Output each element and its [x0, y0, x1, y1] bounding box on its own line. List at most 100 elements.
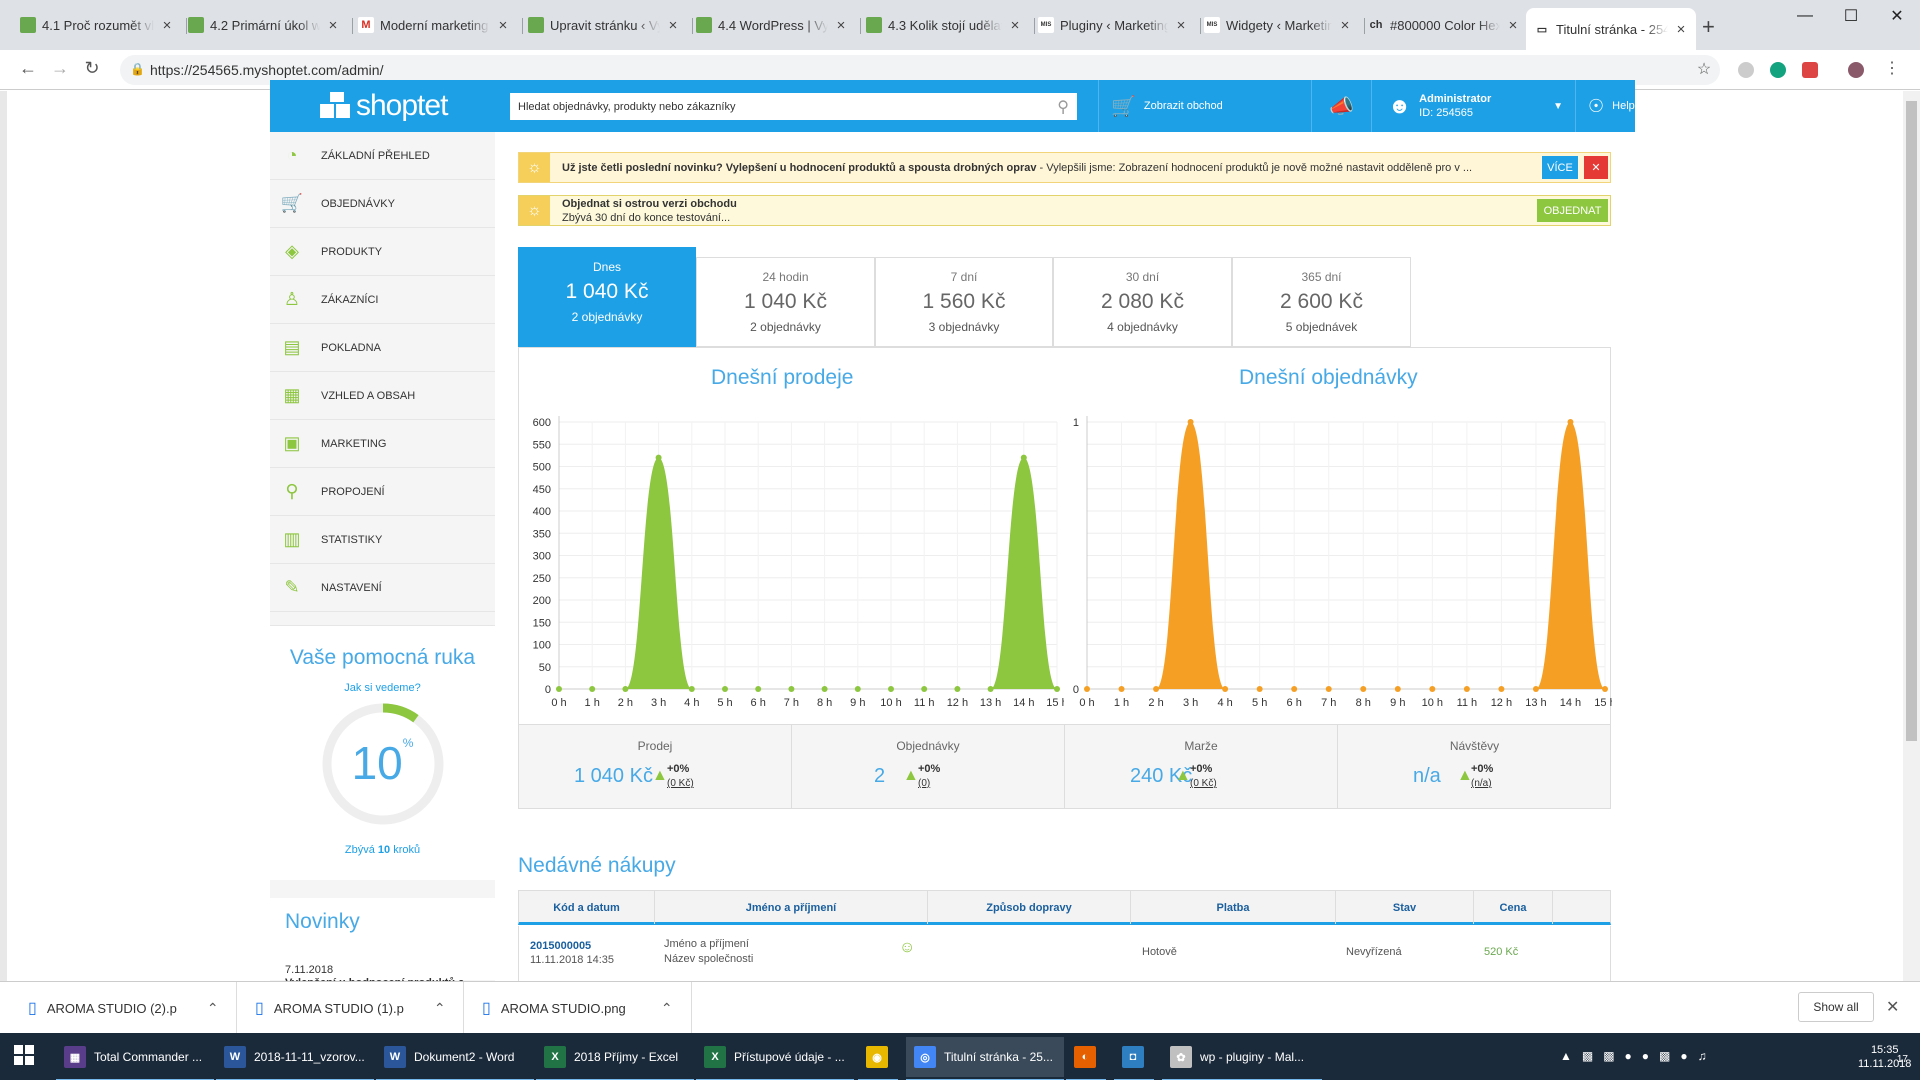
- data-point[interactable]: [1187, 419, 1194, 425]
- data-point[interactable]: [655, 454, 662, 461]
- data-point[interactable]: [1325, 686, 1332, 692]
- data-point[interactable]: [1429, 686, 1436, 692]
- data-point[interactable]: [821, 686, 828, 692]
- order-button[interactable]: OBJEDNAT: [1537, 199, 1608, 222]
- data-point[interactable]: [1222, 686, 1229, 692]
- show-all-downloads-button[interactable]: Show all: [1798, 992, 1874, 1022]
- column-header[interactable]: Jméno a příjmení: [655, 891, 928, 924]
- close-tab-icon[interactable]: ×: [1338, 17, 1352, 34]
- taskbar-app[interactable]: ◉: [858, 1037, 898, 1080]
- forward-button[interactable]: →: [48, 58, 72, 79]
- sidebar-item[interactable]: ▦ VZHLED A OBSAH: [270, 372, 495, 420]
- column-header[interactable]: Stav: [1336, 891, 1474, 924]
- column-header[interactable]: Způsob dopravy: [928, 891, 1131, 924]
- reload-button[interactable]: ↻: [80, 58, 104, 79]
- browser-tab[interactable]: 4.3 Kolik stojí udělat ×: [858, 8, 1030, 42]
- search-icon[interactable]: ⚲: [1057, 97, 1069, 117]
- back-button[interactable]: ←: [16, 58, 40, 79]
- shoptet-logo[interactable]: shoptet: [270, 80, 495, 132]
- minimize-button[interactable]: —: [1782, 0, 1828, 32]
- taskbar-app[interactable]: ◘: [1114, 1037, 1154, 1080]
- user-menu[interactable]: ☻ Administrator ID: 254565 ▼: [1371, 80, 1575, 132]
- sidebar-item[interactable]: ✎ NASTAVENÍ: [270, 564, 495, 612]
- browser-tab[interactable]: 4.4 WordPress | Vy ×: [688, 8, 856, 42]
- close-tab-icon[interactable]: ×: [1008, 17, 1022, 34]
- bookmark-star-icon[interactable]: ☆: [1692, 59, 1716, 79]
- chevron-up-icon[interactable]: ⌃: [207, 1000, 219, 1017]
- data-point[interactable]: [1118, 686, 1125, 692]
- data-point[interactable]: [788, 686, 795, 692]
- taskbar-app[interactable]: W Dokument2 - Word: [376, 1037, 534, 1080]
- chrome-menu-icon[interactable]: ⋮: [1880, 58, 1904, 78]
- taskbar-app[interactable]: ◎ Titulní stránka - 25...: [906, 1037, 1064, 1080]
- close-tab-icon[interactable]: ×: [666, 17, 680, 34]
- taskbar-app[interactable]: X 2018 Příjmy - Excel: [536, 1037, 694, 1080]
- data-point[interactable]: [954, 686, 961, 692]
- browser-tab[interactable]: ▭ Titulní stránka - 254565 ×: [1526, 8, 1696, 50]
- show-store-button[interactable]: 🛒 Zobrazit obchod: [1098, 80, 1311, 132]
- close-tab-icon[interactable]: ×: [1174, 17, 1188, 34]
- chevron-up-icon[interactable]: ⌃: [434, 1000, 446, 1017]
- data-point[interactable]: [888, 686, 894, 692]
- sidebar-item[interactable]: ◈ PRODUKTY: [270, 228, 495, 276]
- browser-tab[interactable]: MIS Widgety ‹ Marketing ×: [1196, 8, 1360, 42]
- sidebar-item[interactable]: ▣ MARKETING: [270, 420, 495, 468]
- browser-tab[interactable]: ch #800000 Color Hex ×: [1360, 8, 1528, 42]
- sidebar-item[interactable]: 🛒 OBJEDNÁVKY: [270, 180, 495, 228]
- taskbar-app[interactable]: W 2018-11-11_vzorov...: [216, 1037, 374, 1080]
- data-point[interactable]: [1256, 686, 1263, 692]
- data-point[interactable]: [1084, 686, 1090, 692]
- period-tab[interactable]: 24 hodin 1 040 Kč 2 objednávky: [696, 257, 875, 347]
- notification-center-icon[interactable]: 17: [1884, 1045, 1908, 1065]
- extension-icon[interactable]: [1738, 62, 1754, 78]
- browser-tab[interactable]: MIS Pluginy ‹ Marketing ×: [1030, 8, 1196, 42]
- close-tab-icon[interactable]: ×: [834, 17, 848, 34]
- new-tab-button[interactable]: +: [1702, 14, 1715, 40]
- column-header[interactable]: Kód a datum: [519, 891, 655, 924]
- notifications-button[interactable]: 📣: [1311, 80, 1371, 132]
- close-download-bar-icon[interactable]: ✕: [1886, 997, 1899, 1017]
- profile-avatar[interactable]: [1848, 62, 1864, 78]
- close-banner-button[interactable]: ✕: [1584, 156, 1608, 179]
- scrollbar-thumb[interactable]: [1906, 101, 1917, 741]
- download-item[interactable]: ▯ AROMA STUDIO (2).png ⌃: [10, 982, 237, 1034]
- close-tab-icon[interactable]: ×: [1674, 21, 1688, 38]
- data-point[interactable]: [987, 686, 994, 692]
- column-header[interactable]: Platba: [1131, 891, 1336, 924]
- column-header[interactable]: Cena: [1474, 891, 1553, 924]
- browser-tab[interactable]: Upravit stránku ‹ Vy ×: [520, 8, 688, 42]
- browser-tab[interactable]: 4.2 Primární úkol webu ×: [180, 8, 348, 42]
- period-tab[interactable]: Dnes 1 040 Kč 2 objednávky: [518, 247, 696, 353]
- sidebar-item[interactable]: ▤ POKLADNA: [270, 324, 495, 372]
- data-point[interactable]: [589, 686, 596, 692]
- helpdesk-button[interactable]: ☉ Helpdesk: [1575, 80, 1667, 132]
- close-tab-icon[interactable]: ×: [160, 17, 174, 34]
- data-point[interactable]: [722, 686, 728, 692]
- sidebar-item[interactable]: ◔ ZÁKLADNÍ PŘEHLED: [270, 132, 495, 180]
- browser-tab[interactable]: M Moderní marketing ×: [350, 8, 518, 42]
- chevron-up-icon[interactable]: ⌃: [661, 1000, 673, 1017]
- data-point[interactable]: [854, 686, 861, 692]
- data-point[interactable]: [755, 686, 762, 692]
- data-point[interactable]: [1360, 686, 1367, 692]
- close-tab-icon[interactable]: ×: [1506, 17, 1520, 34]
- data-point[interactable]: [1567, 419, 1574, 425]
- system-tray-icons[interactable]: ▲▩▩●●▩●♫: [1560, 1049, 1717, 1063]
- helper-remaining[interactable]: Zbývá 10 kroků: [270, 844, 495, 856]
- shield-extension-icon[interactable]: [1802, 62, 1818, 78]
- taskbar-app[interactable]: ◐: [1066, 1037, 1106, 1080]
- period-tab[interactable]: 30 dní 2 080 Kč 4 objednávky: [1053, 257, 1232, 347]
- windows-start-icon[interactable]: [14, 1045, 36, 1067]
- data-point[interactable]: [1498, 686, 1505, 692]
- data-point[interactable]: [688, 686, 695, 692]
- taskbar-app[interactable]: X Přístupové údaje - ...: [696, 1037, 854, 1080]
- close-tab-icon[interactable]: ×: [496, 17, 510, 34]
- maximize-button[interactable]: ☐: [1828, 0, 1874, 32]
- taskbar-app[interactable]: ✿ wp - pluginy - Mal...: [1162, 1037, 1322, 1080]
- close-window-button[interactable]: ✕: [1874, 0, 1920, 32]
- data-point[interactable]: [556, 686, 562, 692]
- close-tab-icon[interactable]: ×: [326, 17, 340, 34]
- order-code[interactable]: 2015000005: [530, 940, 591, 952]
- helper-link[interactable]: Jak si vedeme?: [270, 682, 495, 694]
- browser-tab[interactable]: 4.1 Proč rozumět vlastní ×: [12, 8, 182, 42]
